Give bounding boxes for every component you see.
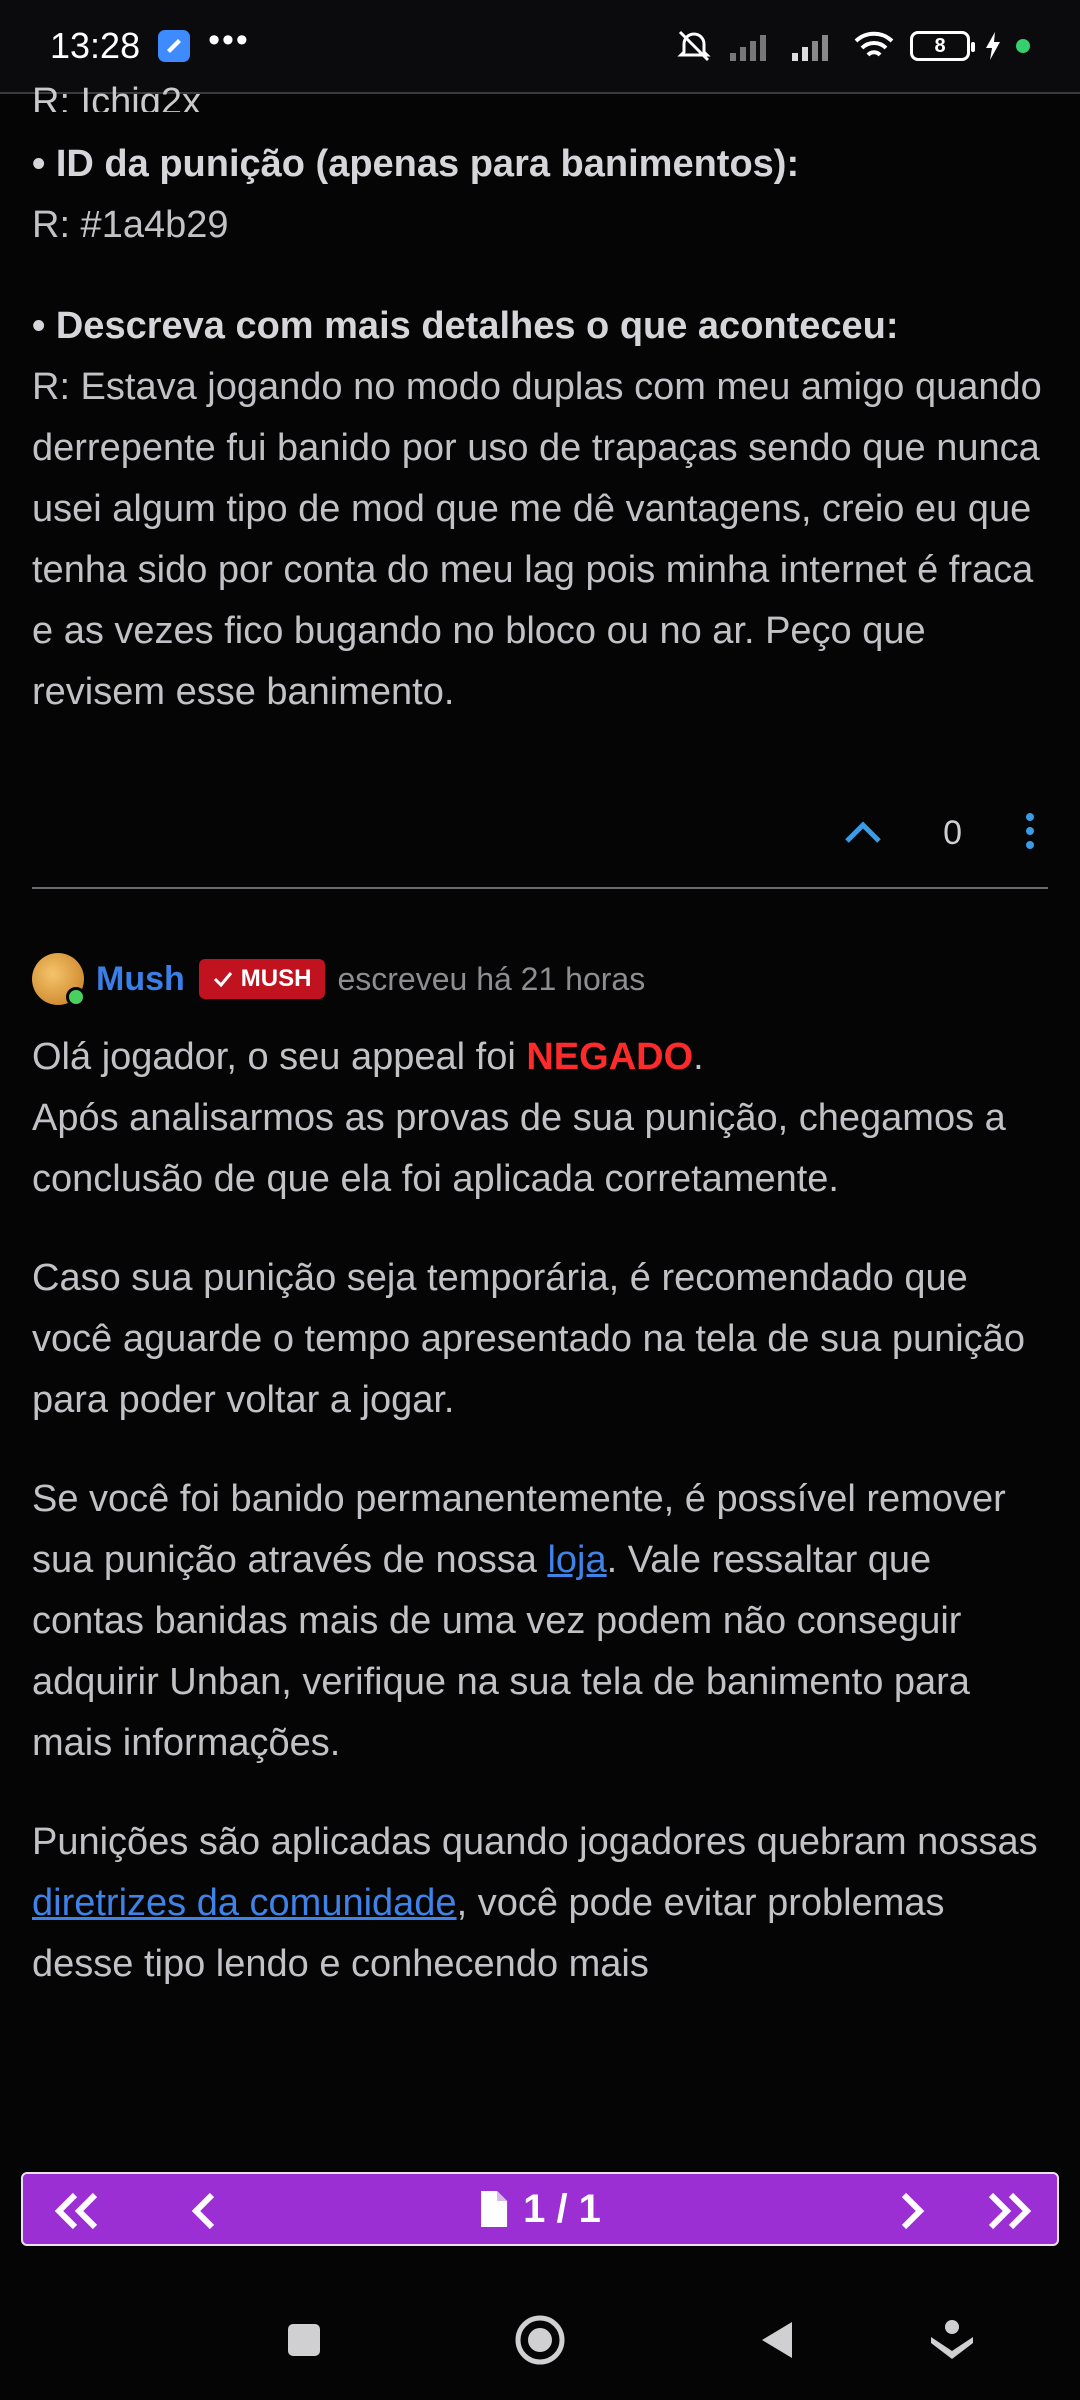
- upvote-button[interactable]: [843, 817, 883, 850]
- page-indicator-button[interactable]: 1 / 1: [479, 2187, 601, 2232]
- description-value: R: Estava jogando no modo duplas com meu…: [32, 366, 1042, 713]
- more-notifications-icon: •••: [208, 20, 250, 59]
- author-row: Mush MUSH escreveu há 21 horas: [32, 951, 1048, 1007]
- cut-off-line: R: Ichig2x_: [32, 81, 223, 112]
- punishment-id-block: • ID da punição (apenas para banimentos)…: [32, 134, 1048, 256]
- double-chevron-right-icon: [988, 2192, 1032, 2230]
- reply-paragraph-2: Caso sua punição seja temporária, é reco…: [32, 1257, 1025, 1421]
- chevron-left-icon: [191, 2192, 215, 2230]
- description-block: • Descreva com mais detalhes o que acont…: [32, 296, 1048, 723]
- first-page-button[interactable]: [43, 2174, 113, 2248]
- square-icon: [288, 2324, 320, 2356]
- more-vertical-icon: [1026, 812, 1034, 849]
- wifi-icon: [854, 31, 894, 57]
- reply-text: Punições são aplicadas quando jogadores …: [32, 1821, 1038, 1863]
- role-badge[interactable]: MUSH: [198, 959, 326, 999]
- mute-icon: [677, 30, 711, 62]
- appeal-status: NEGADO: [526, 1036, 694, 1078]
- punishment-id-value: R: #1a4b29: [32, 204, 229, 246]
- topic-content: R: Ichig2x_ • ID da punição (apenas para…: [0, 81, 1080, 1995]
- signal-icon: [730, 35, 766, 61]
- online-status-icon: [66, 987, 86, 1007]
- reply-text: Após analisarmos as provas de sua puniçã…: [32, 1097, 1006, 1200]
- status-time: 13:28: [50, 25, 141, 66]
- last-page-button[interactable]: [973, 2174, 1043, 2248]
- page-icon: [481, 2191, 508, 2227]
- post-divider: [32, 887, 1048, 889]
- pagination-bar: 1 / 1: [21, 2172, 1059, 2246]
- reply-text: .: [693, 1036, 704, 1078]
- upvote-icon: [845, 820, 881, 843]
- home-circle-icon: [515, 2315, 565, 2365]
- store-link[interactable]: loja: [547, 1539, 606, 1581]
- back-button[interactable]: [744, 2308, 808, 2372]
- reply-paragraph-3: Se você foi banido permanentemente, é po…: [32, 1469, 1048, 1774]
- reply-paragraph-1: Olá jogador, o seu appeal foi NEGADO. Ap…: [32, 1027, 1048, 1210]
- description-label: • Descreva com mais detalhes o que acont…: [32, 305, 899, 347]
- post-menu-button[interactable]: [1022, 811, 1038, 856]
- vote-count: 0: [943, 813, 962, 852]
- battery-icon: 8: [910, 31, 975, 61]
- reply-paragraph-4: Punições são aplicadas quando jogadores …: [32, 1812, 1048, 1995]
- post-actions: 0: [32, 793, 1048, 873]
- next-page-button[interactable]: [883, 2174, 943, 2248]
- back-triangle-icon: [762, 2322, 792, 2358]
- punishment-id-label: • ID da punição (apenas para banimentos)…: [32, 143, 800, 185]
- previous-page-button[interactable]: [173, 2174, 233, 2248]
- guidelines-link[interactable]: diretrizes da comunidade: [32, 1882, 457, 1924]
- chevron-right-icon: [901, 2192, 925, 2230]
- signal-h-icon: [792, 35, 828, 61]
- recents-button[interactable]: [272, 2308, 336, 2372]
- avatar[interactable]: [32, 953, 86, 1007]
- role-badge-label: MUSH: [240, 965, 312, 992]
- post-timestamp[interactable]: escreveu há 21 horas: [337, 961, 645, 998]
- page-indicator: 1 / 1: [523, 2186, 601, 2231]
- assistant-button[interactable]: [920, 2308, 984, 2372]
- assistant-icon: [931, 2320, 973, 2359]
- charging-icon: [986, 32, 1000, 60]
- author-name-link[interactable]: Mush: [96, 960, 185, 999]
- app-notification-icon: [158, 30, 191, 62]
- home-button[interactable]: [508, 2308, 572, 2372]
- reply-text: Olá jogador, o seu appeal foi: [32, 1036, 527, 1078]
- double-chevron-left-icon: [54, 2192, 98, 2230]
- check-icon: [213, 972, 232, 988]
- privacy-indicator-icon: [1016, 39, 1030, 53]
- system-nav-bar: [0, 2280, 1080, 2400]
